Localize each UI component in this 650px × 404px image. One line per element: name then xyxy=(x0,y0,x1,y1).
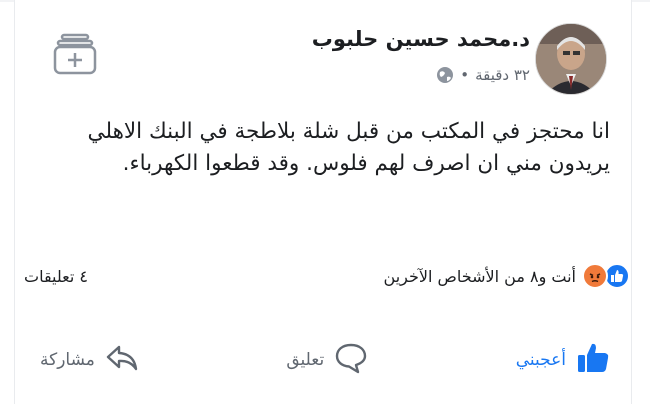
thumbs-up-icon xyxy=(576,341,610,380)
globe-icon xyxy=(436,66,454,84)
angry-icon xyxy=(582,263,608,289)
comments-count[interactable]: ٤ تعليقات xyxy=(24,267,88,286)
comment-label: تعليق xyxy=(286,350,325,370)
reactions-bar: أنت و٨ من الأشخاص الآخرين ٤ تعليقات xyxy=(24,260,630,292)
like-button[interactable]: أعجبني xyxy=(516,341,610,380)
share-label: مشاركة xyxy=(40,350,95,370)
share-button[interactable]: مشاركة xyxy=(40,341,139,380)
reaction-summary-text: أنت و٨ من الأشخاص الآخرين xyxy=(383,266,576,286)
reaction-icons xyxy=(582,263,630,289)
author-name[interactable]: د.محمد حسين حلبوب xyxy=(312,27,530,51)
avatar[interactable] xyxy=(535,23,607,95)
save-to-collection-icon[interactable] xyxy=(53,32,97,76)
meta-separator: • xyxy=(460,66,470,84)
comment-icon xyxy=(334,341,368,380)
like-label: أعجبني xyxy=(515,350,566,370)
share-icon xyxy=(105,341,139,380)
reaction-summary[interactable]: أنت و٨ من الأشخاص الآخرين xyxy=(384,263,630,289)
post-actions: أعجبني تعليق مشاركة xyxy=(40,338,610,382)
comment-button[interactable]: تعليق xyxy=(286,341,368,380)
post-text: انا محتجز في المكتب من قبل شلة بلاطجة في… xyxy=(87,119,610,176)
post-time[interactable]: ٣٢ دقيقة xyxy=(475,66,530,84)
post-meta: ٣٢ دقيقة • xyxy=(436,66,530,84)
